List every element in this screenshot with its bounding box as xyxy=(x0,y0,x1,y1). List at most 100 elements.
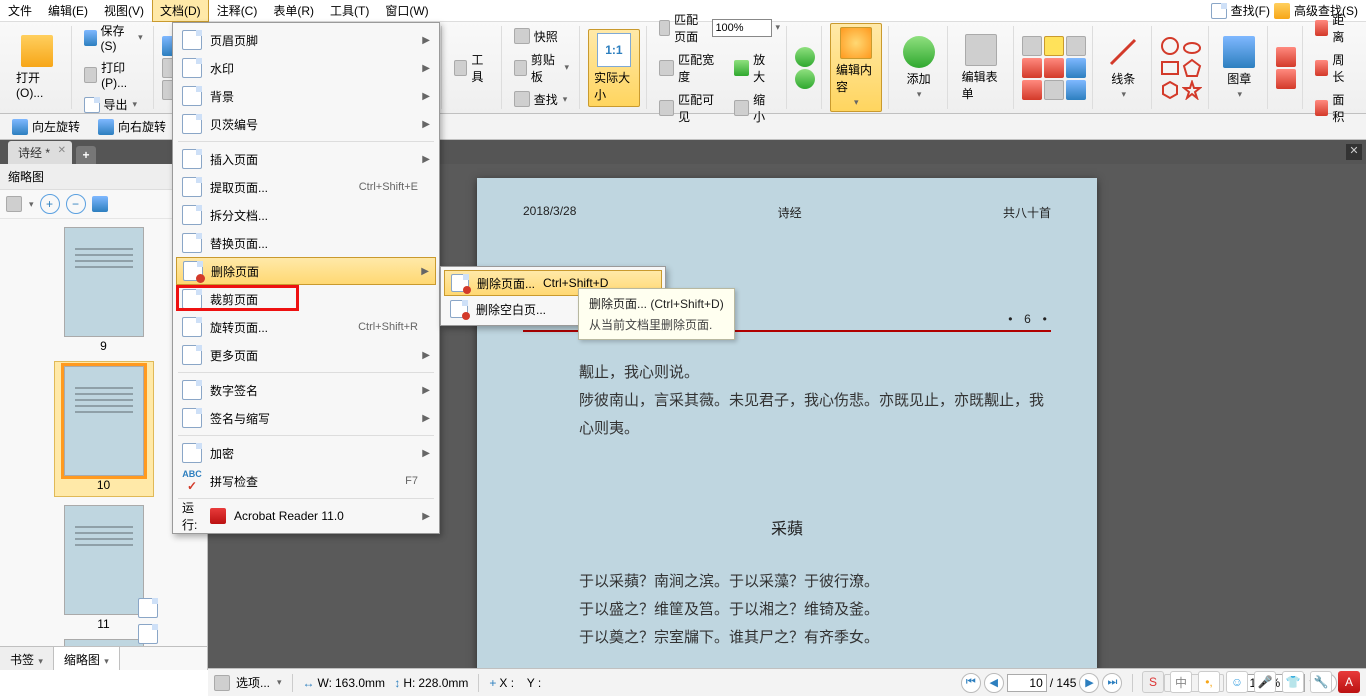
zoom-in-button[interactable]: 放大 xyxy=(730,49,780,87)
refresh2-icon[interactable] xyxy=(795,69,815,89)
copy-page-icon[interactable] xyxy=(138,598,158,618)
close-tab-icon[interactable]: ✕ xyxy=(58,145,66,156)
zoom-out-button[interactable]: 缩小 xyxy=(730,89,780,127)
line-tool-button[interactable]: 线条▾ xyxy=(1101,32,1145,104)
menu-delete-pages[interactable]: 删除页面▶ xyxy=(176,257,436,285)
thumb-zoom-in-icon[interactable]: + xyxy=(40,194,60,214)
ime-lang-button[interactable]: 中 xyxy=(1170,671,1192,693)
thumb-zoom-out-icon[interactable]: − xyxy=(66,194,86,214)
options-button[interactable]: 选项... xyxy=(236,674,270,691)
menu-encrypt[interactable]: 加密▶ xyxy=(176,439,436,467)
new-tab-button[interactable]: + xyxy=(76,146,96,164)
redact-icon[interactable] xyxy=(1276,69,1296,89)
actual-size-button[interactable]: 1:1 实际大小 xyxy=(588,29,640,107)
paste-page-icon[interactable] xyxy=(138,624,158,644)
rotate-left-button[interactable]: 向左旋转 xyxy=(8,116,84,137)
ime-logo-icon[interactable]: S xyxy=(1142,671,1164,693)
attach-icon[interactable] xyxy=(1066,58,1086,78)
menu-window[interactable]: 窗口(W) xyxy=(377,0,436,22)
rotate-right-button[interactable]: 向右旋转 xyxy=(94,116,170,137)
add-button[interactable]: 添加▾ xyxy=(897,32,941,104)
refresh-icon[interactable] xyxy=(795,47,815,67)
menu-spellcheck[interactable]: ABC✓拼写检查F7 xyxy=(176,467,436,495)
menu-watermark[interactable]: 水印▶ xyxy=(176,54,436,82)
menu-digital-sign[interactable]: 数字签名▶ xyxy=(176,376,436,404)
hexagon-shape-icon[interactable] xyxy=(1160,80,1180,100)
ime-toolbox-icon[interactable]: 🔧 xyxy=(1310,671,1332,693)
clipboard-button[interactable]: 剪贴板▾ xyxy=(510,49,573,87)
menu-tools[interactable]: 工具(T) xyxy=(322,0,377,22)
close-all-tabs-button[interactable]: ✕ xyxy=(1346,144,1362,160)
fit-page-button[interactable]: 匹配页面 xyxy=(655,9,711,47)
next-page-button[interactable]: ▶ xyxy=(1079,673,1099,693)
zoom-combo[interactable] xyxy=(712,19,772,37)
highlight-icon[interactable] xyxy=(1044,36,1064,56)
menu-replace-pages[interactable]: 替换页面... xyxy=(176,229,436,257)
menu-split-doc[interactable]: 拆分文档... xyxy=(176,201,436,229)
ime-skin-icon[interactable]: 👕 xyxy=(1282,671,1304,693)
acrobat-tray-icon[interactable]: A xyxy=(1338,671,1360,693)
menu-header-footer[interactable]: 页眉页脚▶ xyxy=(176,26,436,54)
thumbnail-9[interactable]: 9 xyxy=(54,227,154,353)
print-button[interactable]: 打印(P)... xyxy=(80,57,147,92)
underline-icon[interactable] xyxy=(1022,80,1042,100)
menu-crop-pages[interactable]: 裁剪页面 xyxy=(176,285,436,313)
menu-edit[interactable]: 编辑(E) xyxy=(40,0,96,22)
menu-view[interactable]: 视图(V) xyxy=(96,0,152,22)
gear-icon[interactable] xyxy=(6,196,22,212)
fit-visible-button[interactable]: 匹配可见 xyxy=(655,89,728,127)
save-button[interactable]: 保存(S)▾ xyxy=(80,20,147,55)
menu-insert-pages[interactable]: 插入页面▶ xyxy=(176,145,436,173)
first-page-button[interactable]: ⏮ xyxy=(961,673,981,693)
select-icon[interactable] xyxy=(1022,36,1042,56)
distance-button[interactable]: 距离 xyxy=(1311,9,1356,47)
gear-icon[interactable] xyxy=(214,675,230,691)
find-button[interactable]: 查找(F) xyxy=(1231,2,1270,19)
sidebar-tab-thumbnails[interactable]: 缩略图 ▾ xyxy=(54,647,120,670)
stamp-button[interactable]: 图章▾ xyxy=(1217,32,1261,104)
note-icon[interactable] xyxy=(1066,36,1086,56)
snapshot-button[interactable]: 快照 xyxy=(510,26,573,47)
export-button[interactable]: 导出▾ xyxy=(80,94,147,115)
textbox-icon[interactable] xyxy=(1022,58,1042,78)
polygon-shape-icon[interactable] xyxy=(1182,58,1202,78)
menu-run-acrobat[interactable]: 运行:Acrobat Reader 11.0▶ xyxy=(176,502,436,530)
typewriter-icon[interactable] xyxy=(1044,80,1064,100)
menu-background[interactable]: 背景▶ xyxy=(176,82,436,110)
sound-icon[interactable] xyxy=(1066,80,1086,100)
prev-page-button[interactable]: ◀ xyxy=(984,673,1004,693)
tools-button[interactable]: 工具 xyxy=(450,49,495,87)
open-button[interactable]: 打开(O)... xyxy=(10,31,65,104)
edit-content-button[interactable]: 编辑内容▾ xyxy=(830,23,882,112)
document-tab[interactable]: 诗经 * ✕ xyxy=(8,141,72,164)
menu-rotate-pages[interactable]: 旋转页面...Ctrl+Shift+R xyxy=(176,313,436,341)
menu-extract-pages[interactable]: 提取页面...Ctrl+Shift+E xyxy=(176,173,436,201)
thumb-rotate-icon[interactable] xyxy=(92,196,108,212)
menu-bates[interactable]: 贝茨编号▶ xyxy=(176,110,436,138)
ime-punct-icon[interactable]: •, xyxy=(1198,671,1220,693)
star-shape-icon[interactable] xyxy=(1182,80,1202,100)
fit-width-button[interactable]: 匹配宽度 xyxy=(655,49,728,87)
menu-sign-initials[interactable]: 签名与缩写▶ xyxy=(176,404,436,432)
eraser-icon[interactable] xyxy=(1276,47,1296,67)
menu-file[interactable]: 文件 xyxy=(0,0,40,22)
page-input[interactable] xyxy=(1007,674,1047,692)
menu-form[interactable]: 表单(R) xyxy=(265,0,322,22)
strike-icon[interactable] xyxy=(1044,58,1064,78)
circle-shape-icon[interactable] xyxy=(1160,36,1180,56)
zoom-combo-dd[interactable]: ▾ xyxy=(775,22,780,33)
rect-shape-icon[interactable] xyxy=(1160,58,1180,78)
edit-form-button[interactable]: 编辑表单 xyxy=(956,30,1008,106)
area-button[interactable]: 面积 xyxy=(1311,89,1356,127)
menu-document[interactable]: 文档(D) xyxy=(152,0,209,22)
perimeter-button[interactable]: 周长 xyxy=(1311,49,1356,87)
sidebar-tab-bookmarks[interactable]: 书签 ▾ xyxy=(0,647,54,670)
ime-mic-icon[interactable]: 🎤 xyxy=(1254,671,1276,693)
menu-comment[interactable]: 注释(C) xyxy=(209,0,266,22)
find-tool-button[interactable]: 查找▾ xyxy=(510,89,573,110)
cloud-shape-icon[interactable] xyxy=(1182,36,1202,56)
ime-emoji-icon[interactable]: ☺ xyxy=(1226,671,1248,693)
menu-more-pages[interactable]: 更多页面▶ xyxy=(176,341,436,369)
last-page-button[interactable]: ⏭ xyxy=(1102,673,1122,693)
thumbnail-10[interactable]: 10 xyxy=(54,361,154,497)
